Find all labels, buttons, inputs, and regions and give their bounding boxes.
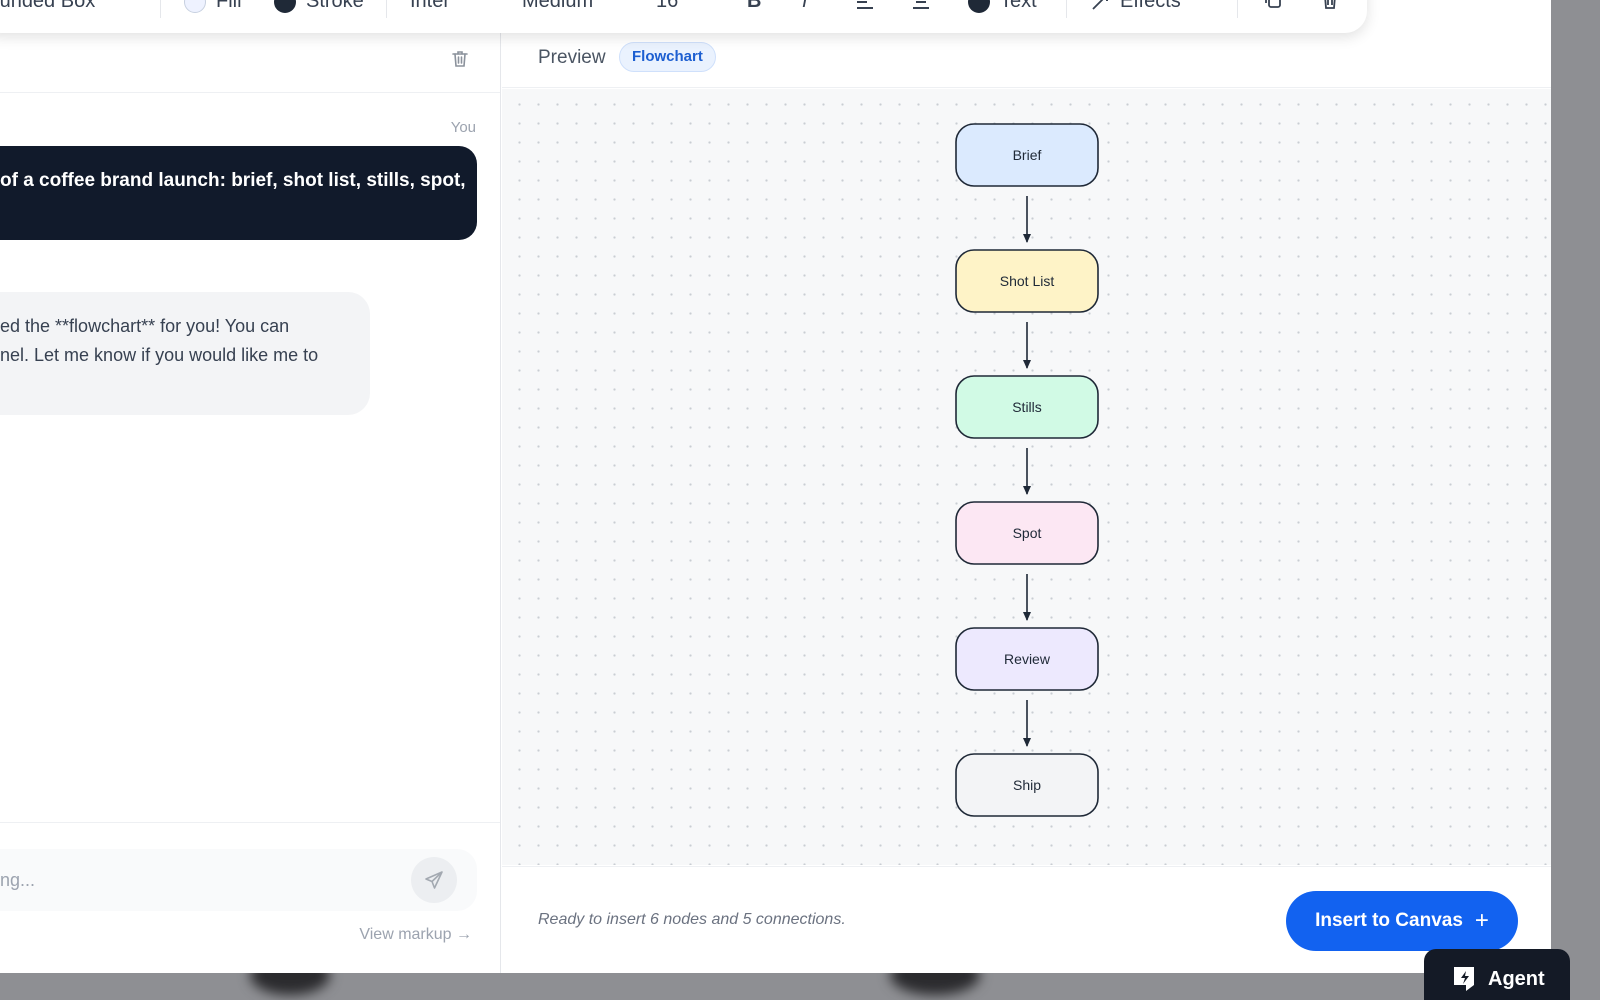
preview-title: Preview [538, 47, 606, 68]
align-center-button[interactable] [912, 0, 930, 16]
chat-panel: You of a coffee brand launch: brief, sho… [0, 0, 501, 973]
view-markup-link[interactable]: View markup → [359, 926, 472, 944]
fill-swatch-icon [184, 0, 206, 13]
flow-node[interactable]: Shot List [955, 249, 1099, 313]
flow-node-label: Ship [1013, 777, 1041, 793]
text-color-control[interactable]: Text [968, 0, 1037, 13]
font-select[interactable]: Inter [410, 0, 450, 13]
stroke-swatch-icon [274, 0, 296, 13]
preview-header: Preview Flowchart [502, 26, 1551, 88]
assistant-message-line: ed the **flowchart** for you! You can [0, 316, 290, 336]
bold-button[interactable]: B [747, 0, 761, 13]
fill-label: Fill [216, 0, 242, 12]
agent-label: Agent [1488, 967, 1545, 990]
message-input[interactable] [0, 865, 390, 895]
align-left-button[interactable] [856, 0, 874, 16]
size-select[interactable]: 16 [656, 0, 678, 13]
agent-tab[interactable]: Agent [1424, 949, 1570, 1000]
text-color-label: Text [1000, 0, 1037, 12]
fill-control[interactable]: Fill [184, 0, 242, 13]
flow-node-label: Brief [1013, 147, 1042, 163]
shape-label: Rounded Box [0, 0, 96, 12]
toolbar-divider [1066, 0, 1067, 18]
toolbar-divider [386, 0, 387, 18]
flow-node-label: Stills [1012, 399, 1042, 415]
font-label: Inter [410, 0, 451, 12]
delete-button[interactable] [1320, 0, 1340, 12]
italic-button[interactable]: I [802, 0, 808, 13]
flow-node-label: Spot [1013, 525, 1042, 541]
send-button[interactable] [411, 857, 457, 903]
user-message: of a coffee brand launch: brief, shot li… [0, 146, 477, 240]
sender-label: You [450, 119, 476, 136]
insert-to-canvas-button[interactable]: Insert to Canvas + [1286, 891, 1518, 951]
clear-chat-button[interactable] [448, 47, 472, 71]
trash-icon [452, 51, 468, 67]
stroke-control[interactable]: Stroke [274, 0, 364, 13]
insert-status: Ready to insert 6 nodes and 5 connection… [538, 911, 846, 928]
agent-logo-icon [1454, 967, 1474, 991]
text-color-swatch-icon [968, 0, 990, 13]
flow-node[interactable]: Stills [955, 375, 1099, 439]
flowchart-diagram: Brief Shot List Stills Spot Review Ship [955, 123, 1099, 817]
generator-modal: You of a coffee brand launch: brief, sho… [0, 0, 1551, 973]
flow-node-label: Shot List [1000, 273, 1055, 289]
flow-node[interactable]: Brief [955, 123, 1099, 187]
plus-icon: + [1474, 907, 1489, 934]
align-left-icon [857, 1, 873, 9]
send-icon [425, 871, 443, 889]
preview-canvas: Brief Shot List Stills Spot Review Ship [502, 89, 1551, 865]
flow-node[interactable]: Spot [955, 501, 1099, 565]
weight-label: Medium [522, 0, 594, 12]
copy-icon [1265, 0, 1281, 8]
magic-wand-icon [1092, 0, 1108, 10]
flow-node-label: Review [1004, 651, 1051, 667]
stroke-label: Stroke [306, 0, 364, 12]
toolbar-divider [1237, 0, 1238, 18]
shape-select[interactable]: Rounded Box [0, 0, 95, 13]
duplicate-button[interactable] [1263, 0, 1283, 12]
format-toolbar: Rounded Box Fill Stroke Inter Medium 16 … [0, 0, 1367, 33]
bold-icon: B [747, 0, 762, 12]
effects-button[interactable]: Effects [1090, 0, 1181, 13]
effects-label: Effects [1120, 0, 1181, 12]
chat-header [0, 33, 500, 93]
trash-icon [1324, 0, 1336, 9]
composer [0, 849, 477, 911]
flow-node[interactable]: Review [955, 627, 1099, 691]
weight-select[interactable]: Medium [522, 0, 593, 13]
toolbar-divider [160, 0, 161, 18]
assistant-message-line: nel. Let me know if you would like me to [0, 345, 319, 365]
italic-icon: I [802, 0, 808, 12]
flow-node[interactable]: Ship [955, 753, 1099, 817]
composer-area: View markup → [0, 822, 500, 973]
diagram-type-badge: Flowchart [619, 42, 716, 72]
assistant-message: ed the **flowchart** for you! You can ne… [0, 292, 370, 415]
insert-button-label: Insert to Canvas [1315, 910, 1463, 931]
align-center-icon [913, 1, 929, 9]
preview-footer: Ready to insert 6 nodes and 5 connection… [502, 866, 1551, 973]
size-label: 16 [656, 0, 679, 12]
